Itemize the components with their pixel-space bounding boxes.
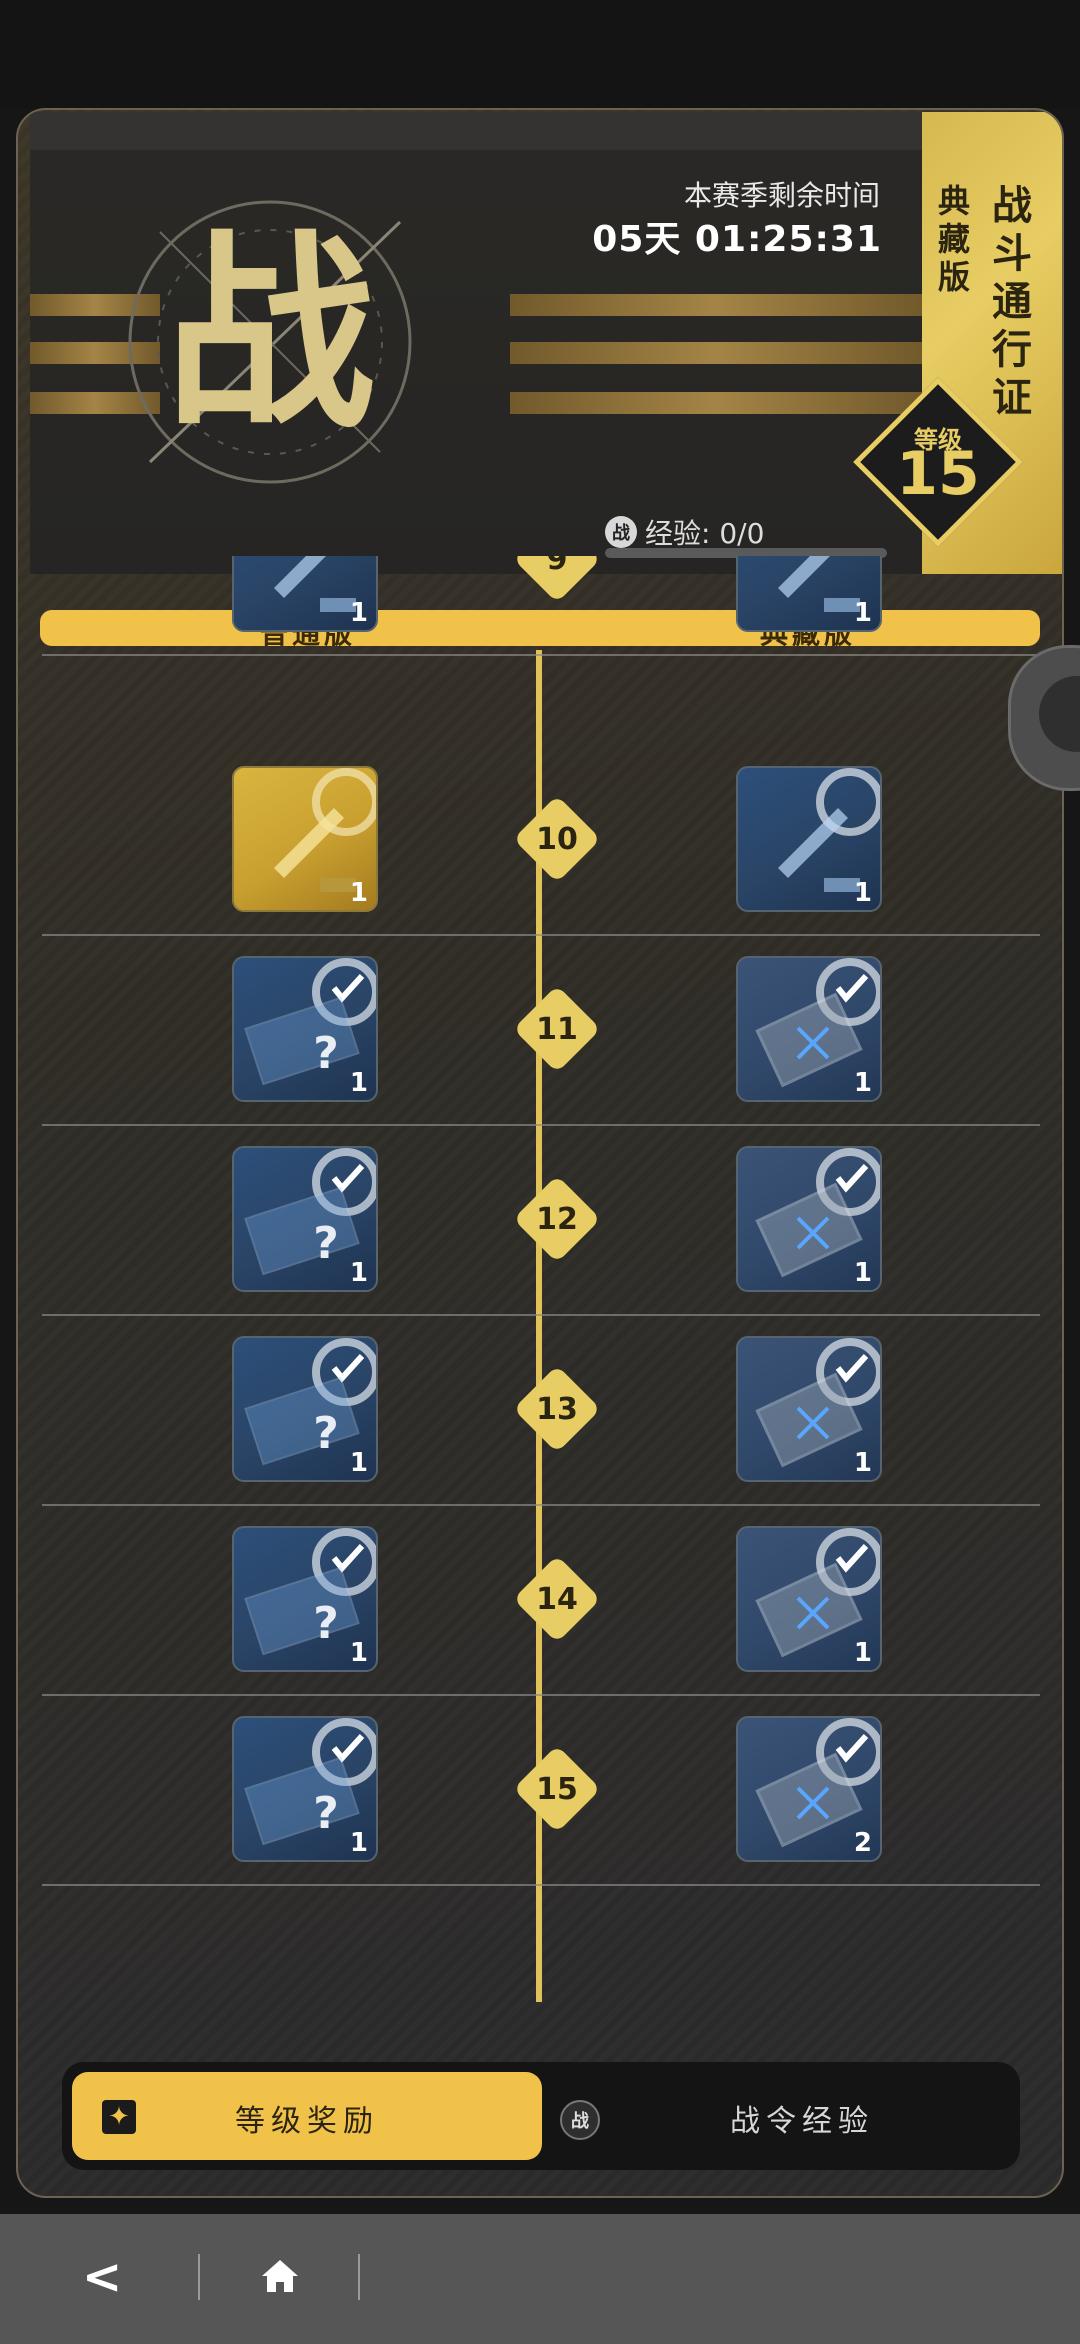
nav-divider — [198, 2254, 200, 2300]
emblem-char: 战 — [165, 210, 375, 457]
pass-edition-label: 典藏版 — [938, 182, 971, 296]
exp-indicator: 战 经验: 0/0 — [605, 512, 764, 552]
tab-switcher: ✦ 等级奖励 战 战令经验 — [62, 2062, 1020, 2170]
premium-reward-item[interactable]: 1 — [736, 1336, 882, 1482]
nav-divider — [358, 2254, 360, 2300]
premium-reward-item[interactable]: 1 — [736, 1146, 882, 1292]
svg-text:?: ? — [313, 1408, 339, 1459]
premium-reward-item[interactable]: 1 — [736, 956, 882, 1102]
row-divider — [42, 654, 1040, 656]
reward-count: 1 — [853, 1638, 872, 1668]
reward-row: ? 1 1 12 — [42, 1126, 1040, 1316]
free-reward-item[interactable]: ? 1 — [232, 1146, 378, 1292]
reward-count: 1 — [349, 598, 368, 628]
gold-stripe — [510, 342, 922, 364]
pass-exp-icon: 战 — [560, 2100, 600, 2140]
reward-count: 1 — [853, 598, 872, 628]
current-level-badge: 等级 15 — [853, 377, 1023, 547]
free-reward-item[interactable]: ? 1 — [232, 1716, 378, 1862]
tab-level-rewards-label: 等级奖励 — [235, 2104, 379, 2139]
svg-text:?: ? — [313, 1788, 339, 1839]
free-reward-item[interactable]: 1 — [232, 766, 378, 912]
home-icon[interactable] — [258, 2254, 302, 2298]
reward-row: 1 1 9 — [42, 556, 1040, 656]
status-bar-area — [0, 0, 1080, 108]
level-node: 11 — [513, 985, 601, 1073]
season-countdown: 05天 01:25:31 — [592, 219, 882, 260]
free-reward-item[interactable]: ? 1 — [232, 956, 378, 1102]
pass-exp-icon: 战 — [605, 516, 637, 548]
level-number: 9 — [546, 556, 568, 577]
reward-count: 1 — [853, 878, 872, 908]
gold-stripe — [510, 392, 922, 414]
premium-reward-item[interactable]: 1 — [736, 556, 882, 632]
reward-row: ? 1 2 15 — [42, 1696, 1040, 1886]
header-strip — [30, 112, 930, 150]
tab-level-rewards[interactable]: ✦ 等级奖励 — [72, 2072, 542, 2160]
level-number: 10 — [536, 821, 578, 857]
level-number: 12 — [536, 1201, 578, 1237]
reward-count: 1 — [853, 1448, 872, 1478]
free-reward-item[interactable]: ? 1 — [232, 1526, 378, 1672]
premium-reward-item[interactable]: 1 — [736, 766, 882, 912]
pass-name-label: 战斗通行证 — [992, 183, 1032, 421]
exp-text: 经验: 0/0 — [645, 517, 765, 550]
premium-reward-item[interactable]: 2 — [736, 1716, 882, 1862]
reward-count: 1 — [349, 1448, 368, 1478]
reward-count: 1 — [349, 1068, 368, 1098]
level-node: 9 — [513, 556, 601, 603]
season-remaining-label: 本赛季剩余时间 — [683, 179, 880, 212]
reward-count: 1 — [853, 1258, 872, 1288]
level-node: 15 — [513, 1745, 601, 1833]
level-node: 14 — [513, 1555, 601, 1643]
level-node: 13 — [513, 1365, 601, 1453]
bottom-navigation: < — [0, 2214, 1080, 2344]
assistant-avatar-icon — [1039, 676, 1080, 752]
reward-count: 1 — [853, 1068, 872, 1098]
reward-row: ? 1 1 14 — [42, 1506, 1040, 1696]
row-divider — [42, 1884, 1040, 1886]
reward-count: 1 — [349, 1828, 368, 1858]
free-reward-item[interactable]: ? 1 — [232, 1336, 378, 1482]
reward-row: 1 1 10 — [42, 746, 1040, 936]
premium-reward-item[interactable]: 1 — [736, 1526, 882, 1672]
svg-text:?: ? — [313, 1598, 339, 1649]
back-icon[interactable]: < — [82, 2252, 122, 2302]
level-node: 12 — [513, 1175, 601, 1263]
level-node: 10 — [513, 795, 601, 883]
reward-count: 1 — [349, 878, 368, 908]
battle-pass-panel: 战 本赛季剩余时间 05天 01:25:31 战 经验: 0/0 典藏版 战斗通… — [16, 108, 1064, 2198]
level-number: 14 — [536, 1581, 578, 1617]
level-number: 13 — [536, 1391, 578, 1427]
level-number: 15 — [536, 1771, 578, 1807]
tab-pass-exp-label: 战令经验 — [730, 2104, 874, 2139]
pass-header: 战 本赛季剩余时间 05天 01:25:31 战 经验: 0/0 典藏版 战斗通… — [30, 112, 1062, 574]
free-reward-item[interactable]: 1 — [232, 556, 378, 632]
level-value: 15 — [896, 439, 980, 509]
reward-count: 2 — [853, 1828, 872, 1858]
svg-text:?: ? — [313, 1218, 339, 1269]
gold-stripe — [510, 294, 922, 316]
reward-row: ? 1 1 13 — [42, 1316, 1040, 1506]
reward-count: 1 — [349, 1638, 368, 1668]
level-number: 11 — [536, 1011, 578, 1047]
battle-emblem-icon: 战 — [120, 192, 420, 492]
reward-count: 1 — [349, 1258, 368, 1288]
svg-text:?: ? — [313, 1028, 339, 1079]
reward-row: ? 1 1 11 — [42, 936, 1040, 1126]
tab-pass-exp[interactable]: 战 战令经验 — [552, 2072, 1012, 2160]
